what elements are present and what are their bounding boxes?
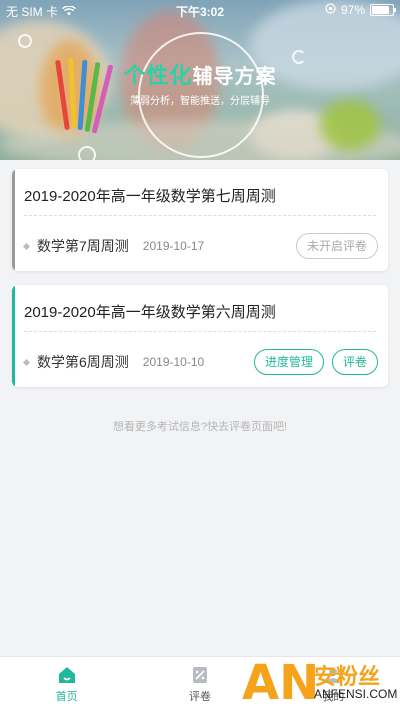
- exam-date: 2019-10-17: [142, 239, 205, 253]
- banner-title: 个性化辅导方案: [0, 58, 400, 90]
- progress-management-button[interactable]: 进度管理: [253, 349, 324, 375]
- battery-icon: [370, 4, 396, 16]
- battery-level: [372, 6, 389, 14]
- exam-card[interactable]: 2019-2020年高一年级数学第七周周测 数学第7周周测 2019-10-17…: [12, 169, 388, 271]
- tab-home[interactable]: 首页: [0, 657, 133, 711]
- banner[interactable]: 个性化辅导方案 薄弱分析，智能推送，分层辅导: [0, 0, 400, 160]
- exam-date: 2019-10-10: [142, 355, 205, 369]
- tab-profile[interactable]: 我的: [267, 657, 400, 711]
- orientation-lock-icon: [325, 3, 336, 17]
- divider: [24, 215, 376, 216]
- banner-ring-small: [78, 146, 96, 160]
- banner-bg-shape: [320, 100, 380, 150]
- tab-label: 我的: [322, 691, 345, 703]
- grading-icon: [190, 665, 210, 685]
- bullet-icon: [22, 242, 31, 250]
- grade-button[interactable]: 评卷: [331, 349, 378, 375]
- banner-title-rest: 辅导方案: [192, 66, 277, 88]
- more-exams-hint: 想看更多考试信息?快去评卷页面吧!: [112, 421, 288, 433]
- card-accent-bar: [12, 285, 15, 387]
- tab-grading[interactable]: 评卷: [133, 657, 266, 711]
- exam-name: 数学第6周周测: [37, 354, 129, 370]
- tab-label: 评卷: [188, 691, 211, 703]
- exam-title: 2019-2020年高一年级数学第六周周测: [24, 304, 276, 321]
- divider: [24, 331, 376, 332]
- exam-name: 数学第7周周测: [37, 238, 129, 254]
- battery-percent: 97%: [340, 3, 365, 17]
- tab-bar: 首页 评卷 我的: [0, 656, 400, 711]
- banner-ring-small: [18, 34, 32, 48]
- status-bar: 无 SIM 卡 下午3:02 97%: [0, 0, 400, 20]
- exam-title: 2019-2020年高一年级数学第七周周测: [24, 188, 276, 205]
- card-accent-bar: [12, 169, 15, 271]
- exam-card[interactable]: 2019-2020年高一年级数学第六周周测 数学第6周周测 2019-10-10…: [12, 285, 388, 387]
- banner-subtitle: 薄弱分析，智能推送，分层辅导: [130, 96, 270, 107]
- not-started-grading-button[interactable]: 未开启评卷: [295, 233, 378, 259]
- banner-title-accent: 个性化: [123, 63, 193, 88]
- home-icon: [57, 665, 77, 685]
- profile-icon: [323, 665, 343, 685]
- tab-label: 首页: [55, 691, 78, 703]
- bullet-icon: [22, 358, 31, 366]
